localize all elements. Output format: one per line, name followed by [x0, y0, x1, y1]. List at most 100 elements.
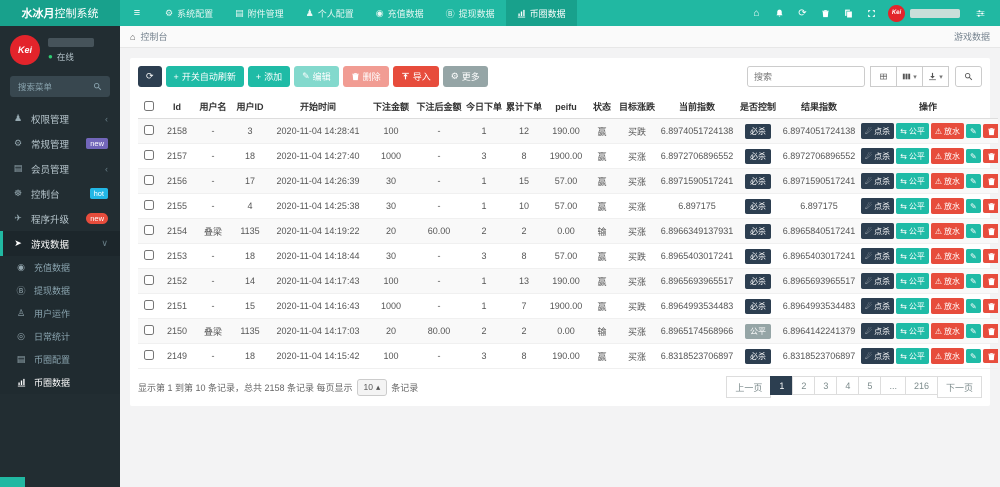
row-checkbox[interactable]	[144, 275, 154, 285]
column-header[interactable]: Id	[160, 95, 194, 119]
release-button[interactable]: ⚠放水	[931, 123, 964, 139]
row-checkbox[interactable]	[144, 300, 154, 310]
row-delete-button[interactable]	[983, 349, 998, 363]
row-delete-button[interactable]	[983, 124, 998, 138]
table-row[interactable]: 2157-182020-11-04 14:27:401000-381900.00…	[138, 144, 998, 169]
sidebar-toggle-button[interactable]: ≡	[120, 0, 154, 26]
spot-kill-button[interactable]: ☄点杀	[861, 273, 894, 289]
release-button[interactable]: ⚠放水	[931, 298, 964, 314]
expand-icon[interactable]	[860, 8, 883, 19]
spot-kill-button[interactable]: ☄点杀	[861, 348, 894, 364]
brand[interactable]: 水冰月控制系统	[0, 0, 120, 26]
refresh-icon[interactable]: ⟳	[791, 8, 814, 19]
bell-icon[interactable]	[768, 8, 791, 19]
sidebar-item[interactable]: ▤币圈配置	[0, 348, 120, 371]
row-checkbox[interactable]	[144, 250, 154, 260]
column-header[interactable]: 今日下单	[464, 95, 504, 119]
table-row[interactable]: 2155-42020-11-04 14:25:3830-11057.00赢买涨6…	[138, 194, 998, 219]
column-header[interactable]: 下注金额	[368, 95, 414, 119]
search-button[interactable]	[955, 66, 982, 87]
row-edit-button[interactable]: ✎	[966, 199, 981, 213]
column-header[interactable]: 累计下单	[504, 95, 544, 119]
fair-button[interactable]: ⇆公平	[896, 298, 929, 314]
column-header[interactable]: 是否控制	[736, 95, 780, 119]
topnav-item[interactable]: 币圈数据	[506, 0, 577, 26]
row-edit-button[interactable]: ✎	[966, 349, 981, 363]
sidebar-search-input[interactable]	[18, 82, 86, 92]
table-search-input[interactable]	[747, 66, 865, 87]
topnav-item[interactable]: Ⓑ提现数据	[435, 0, 506, 26]
sidebar-item[interactable]: ✈程序升级new	[0, 206, 120, 231]
avatar[interactable]: Kei	[888, 5, 905, 22]
row-edit-button[interactable]: ✎	[966, 299, 981, 313]
row-delete-button[interactable]	[983, 249, 998, 263]
release-button[interactable]: ⚠放水	[931, 248, 964, 264]
row-checkbox[interactable]	[144, 325, 154, 335]
sidebar-item[interactable]: ☸控制台hot	[0, 181, 120, 206]
sidebar-item[interactable]: ▤会员管理‹	[0, 156, 120, 181]
sidebar-collapse-toggle[interactable]	[0, 477, 25, 487]
spot-kill-button[interactable]: ☄点杀	[861, 323, 894, 339]
table-row[interactable]: 2153-182020-11-04 14:18:4430-3857.00赢买跌6…	[138, 244, 998, 269]
spot-kill-button[interactable]: ☄点杀	[861, 123, 894, 139]
import-button[interactable]: 导入	[393, 66, 439, 87]
page-button[interactable]: 下一页	[937, 376, 982, 398]
row-edit-button[interactable]: ✎	[966, 249, 981, 263]
table-row[interactable]: 2156-172020-11-04 14:26:3930-11557.00赢买涨…	[138, 169, 998, 194]
column-header[interactable]: peifu	[544, 95, 588, 119]
release-button[interactable]: ⚠放水	[931, 273, 964, 289]
spot-kill-button[interactable]: ☄点杀	[861, 223, 894, 239]
release-button[interactable]: ⚠放水	[931, 198, 964, 214]
spot-kill-button[interactable]: ☄点杀	[861, 173, 894, 189]
row-checkbox[interactable]	[144, 200, 154, 210]
row-edit-button[interactable]: ✎	[966, 124, 981, 138]
page-button[interactable]: 216	[905, 376, 938, 395]
table-row[interactable]: 2154叠梁11352020-11-04 14:19:222060.00220.…	[138, 219, 998, 244]
refresh-button[interactable]: ⟳	[138, 66, 162, 87]
topnav-item[interactable]: ♟个人配置	[295, 0, 365, 26]
delete-button[interactable]: 删除	[343, 66, 389, 87]
topnav-item[interactable]: ⚙系统配置	[154, 0, 224, 26]
release-button[interactable]: ⚠放水	[931, 323, 964, 339]
breadcrumb-left[interactable]: 控制台	[140, 30, 167, 43]
page-button[interactable]: 1	[770, 376, 793, 395]
fair-button[interactable]: ⇆公平	[896, 273, 929, 289]
fair-button[interactable]: ⇆公平	[896, 173, 929, 189]
row-delete-button[interactable]	[983, 299, 998, 313]
sidebar-item[interactable]: ♙用户运作	[0, 302, 120, 325]
column-header[interactable]: 用户名	[194, 95, 232, 119]
row-edit-button[interactable]: ✎	[966, 274, 981, 288]
column-header[interactable]: 状态	[588, 95, 616, 119]
table-row[interactable]: 2151-152020-11-04 14:16:431000-171900.00…	[138, 294, 998, 319]
page-button[interactable]: 上一页	[726, 376, 771, 398]
add-button[interactable]: +添加	[248, 66, 290, 87]
sidebar-item[interactable]: Ⓑ提现数据	[0, 279, 120, 302]
export-button[interactable]: ▾	[922, 66, 949, 87]
page-button[interactable]: 3	[814, 376, 837, 395]
table-row[interactable]: 2152-142020-11-04 14:17:43100-113190.00赢…	[138, 269, 998, 294]
page-button[interactable]: ...	[880, 376, 906, 395]
fair-button[interactable]: ⇆公平	[896, 248, 929, 264]
spot-kill-button[interactable]: ☄点杀	[861, 198, 894, 214]
fair-button[interactable]: ⇆公平	[896, 148, 929, 164]
row-checkbox[interactable]	[144, 150, 154, 160]
search-icon[interactable]	[93, 82, 102, 91]
fair-button[interactable]: ⇆公平	[896, 198, 929, 214]
row-delete-button[interactable]	[983, 174, 998, 188]
fair-button[interactable]: ⇆公平	[896, 223, 929, 239]
copy-icon[interactable]	[837, 8, 860, 19]
column-header[interactable]: 开始时间	[268, 95, 368, 119]
row-edit-button[interactable]: ✎	[966, 324, 981, 338]
spot-kill-button[interactable]: ☄点杀	[861, 148, 894, 164]
column-header[interactable]: 下注后金额	[414, 95, 464, 119]
row-delete-button[interactable]	[983, 149, 998, 163]
column-header[interactable]: 结果指数	[780, 95, 858, 119]
topnav-item[interactable]: ◉充值数据	[365, 0, 435, 26]
sidebar-item[interactable]: ◎日常统计	[0, 325, 120, 348]
toggle-view-button[interactable]	[870, 66, 897, 87]
page-button[interactable]: 4	[836, 376, 859, 395]
row-delete-button[interactable]	[983, 274, 998, 288]
sidebar-item[interactable]: 币圈数据	[0, 371, 120, 394]
column-header[interactable]: 目标涨跌	[616, 95, 658, 119]
table-row[interactable]: 2149-182020-11-04 14:15:42100-38190.00赢买…	[138, 344, 998, 369]
